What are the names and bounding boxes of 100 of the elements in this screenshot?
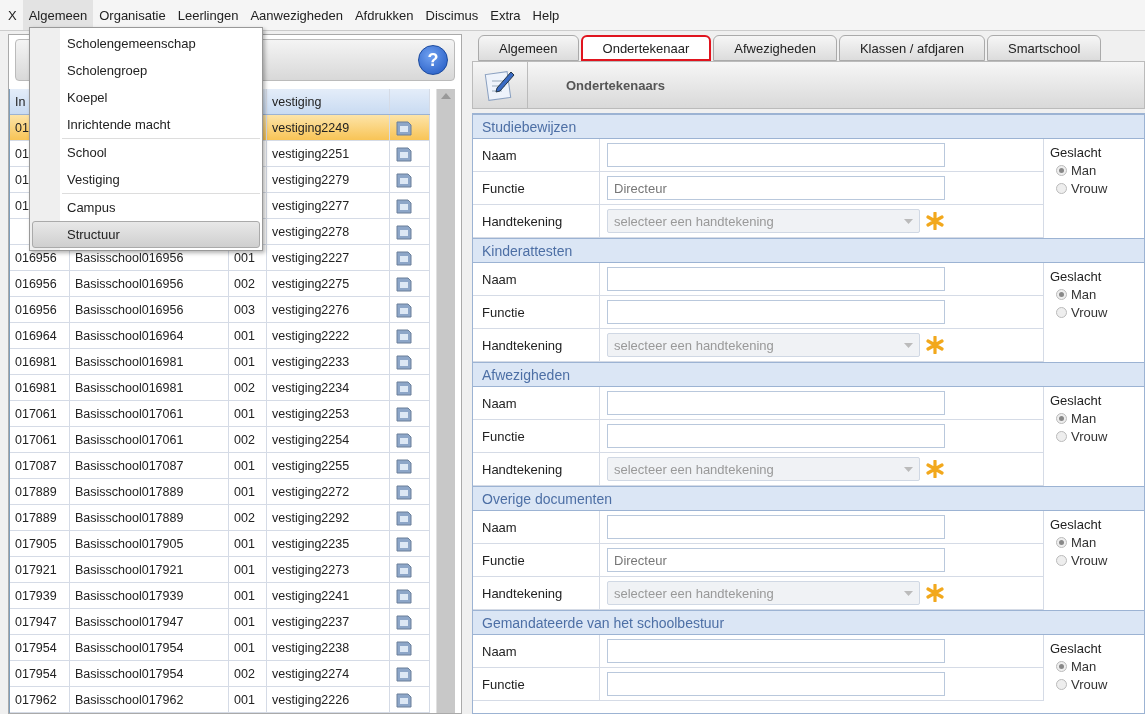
table-cell: 001 (229, 557, 267, 582)
table-cell: vestiging2277 (267, 193, 390, 218)
table-cell: 017087 (10, 453, 70, 478)
field-label: Naam (473, 139, 600, 171)
radio-label: Man (1071, 659, 1097, 674)
field-label: Functie (473, 420, 600, 452)
table-cell: Basisschool017962 (70, 687, 229, 712)
radio-label: Man (1071, 411, 1097, 426)
field-label: Functie (473, 544, 600, 576)
table-cell: vestiging2276 (267, 297, 390, 322)
field-label: Handtekening (473, 329, 600, 361)
section-header: Overige documenten (473, 486, 1144, 511)
table-cell: 016981 (10, 349, 70, 374)
table-cell: vestiging2292 (267, 505, 390, 530)
table-cell: 017061 (10, 427, 70, 452)
table-cell: 002 (229, 505, 267, 530)
table-cell: 003 (229, 297, 267, 322)
table-cell: 002 (229, 375, 267, 400)
table-cell: vestiging2235 (267, 531, 390, 556)
radio-label: Vrouw (1071, 181, 1108, 196)
table-cell: Basisschool016981 (70, 349, 229, 374)
table-cell: 017921 (10, 557, 70, 582)
table-cell: vestiging2272 (267, 479, 390, 504)
table-cell: 017889 (10, 505, 70, 530)
radio-group-label: Geslacht (1050, 269, 1103, 284)
radio-group-label: Geslacht (1050, 641, 1103, 656)
field-label: Naam (473, 387, 600, 419)
table-cell: 017962 (10, 687, 70, 712)
table-cell: 001 (229, 531, 267, 556)
table-cell: vestiging2251 (267, 141, 390, 166)
section-header: Afwezigheden (473, 362, 1144, 387)
table-cell: 001 (229, 349, 267, 374)
table-cell: 016956 (10, 271, 70, 296)
toolbar-title: Ondertekenaars (565, 76, 665, 95)
field-label: Naam (473, 635, 600, 667)
table-cell: vestiging2234 (267, 375, 390, 400)
table-cell: vestiging2279 (267, 167, 390, 192)
radio-label: Man (1071, 287, 1097, 302)
field-label: Functie (473, 668, 600, 700)
table-cell: 016964 (10, 323, 70, 348)
table-cell: 002 (229, 271, 267, 296)
table-cell: Basisschool017061 (70, 427, 229, 452)
table-cell: vestiging2241 (267, 583, 390, 608)
table-cell: vestiging2255 (267, 453, 390, 478)
table-cell: vestiging2249 (267, 115, 390, 140)
radio-label: Vrouw (1071, 429, 1108, 444)
table-cell: Basisschool016981 (70, 375, 229, 400)
table-cell: 002 (229, 427, 267, 452)
table-cell: 017061 (10, 401, 70, 426)
table-cell: 017889 (10, 479, 70, 504)
table-cell: 001 (229, 453, 267, 478)
table-cell: 001 (229, 687, 267, 712)
table-cell: Basisschool017939 (70, 583, 229, 608)
table-cell: vestiging2275 (267, 271, 390, 296)
field-label: Functie (473, 172, 600, 204)
table-cell: Basisschool017087 (70, 453, 229, 478)
table-cell: vestiging2238 (267, 635, 390, 660)
table-cell: vestiging2253 (267, 401, 390, 426)
field-label: Functie (473, 296, 600, 328)
section-header: Gemandateerde van het schoolbestuur (473, 610, 1144, 635)
table-cell: 016981 (10, 375, 70, 400)
table-cell: 001 (229, 479, 267, 504)
table-cell: vestiging2254 (267, 427, 390, 452)
table-cell: 001 (229, 583, 267, 608)
table-cell: 001 (229, 323, 267, 348)
radio-label: Man (1071, 535, 1097, 550)
table-cell: Basisschool017947 (70, 609, 229, 634)
table-cell: 017954 (10, 635, 70, 660)
table-cell: Basisschool017905 (70, 531, 229, 556)
table-cell: vestiging2226 (267, 687, 390, 712)
table-cell: 001 (229, 609, 267, 634)
section-header: Kinderattesten (473, 238, 1144, 263)
table-cell: 016956 (10, 297, 70, 322)
field-label: Naam (473, 511, 600, 543)
table-cell: vestiging2233 (267, 349, 390, 374)
table-cell: 017947 (10, 609, 70, 634)
table-cell: Basisschool017954 (70, 635, 229, 660)
radio-label: Man (1071, 163, 1097, 178)
table-cell: Basisschool017954 (70, 661, 229, 686)
table-cell: 017939 (10, 583, 70, 608)
table-cell: vestiging2222 (267, 323, 390, 348)
table-cell: Basisschool016956 (70, 271, 229, 296)
field-label: Naam (473, 263, 600, 295)
table-cell: 017954 (10, 661, 70, 686)
table-cell: Basisschool017061 (70, 401, 229, 426)
table-cell: 002 (229, 661, 267, 686)
radio-label: Vrouw (1071, 553, 1108, 568)
field-label: Handtekening (473, 577, 600, 609)
table-cell: vestiging2278 (267, 219, 390, 244)
field-label: Handtekening (473, 453, 600, 485)
table-cell: Basisschool016964 (70, 323, 229, 348)
radio-group-label: Geslacht (1050, 393, 1103, 408)
table-cell: 017905 (10, 531, 70, 556)
table-cell: Basisschool016956 (70, 297, 229, 322)
field-label: Handtekening (473, 205, 600, 237)
section-header: Studiebewijzen (473, 114, 1144, 139)
table-cell: vestiging2227 (267, 245, 390, 270)
table-cell: vestiging2274 (267, 661, 390, 686)
table-cell: 001 (229, 635, 267, 660)
table-cell: Basisschool017889 (70, 479, 229, 504)
